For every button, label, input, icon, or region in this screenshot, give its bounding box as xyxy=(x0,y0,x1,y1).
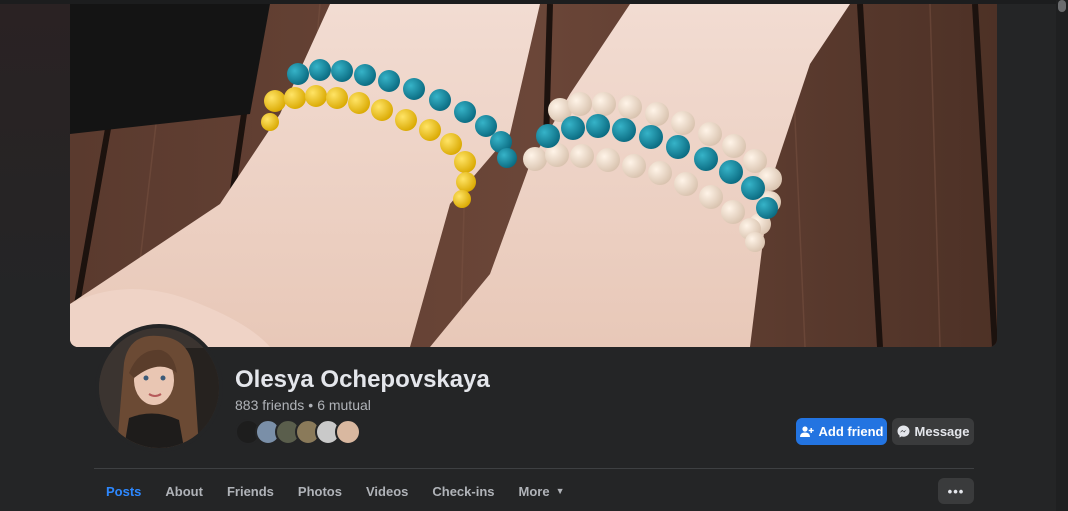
tab-more-label: More xyxy=(518,483,550,499)
scrollbar[interactable] xyxy=(1056,0,1068,511)
profile-tabs: Posts About Friends Photos Videos Check-… xyxy=(94,476,577,506)
tab-posts[interactable]: Posts xyxy=(94,476,153,506)
profile-name: Olesya Ochepovskaya xyxy=(235,366,490,393)
add-person-icon xyxy=(799,425,814,437)
mutual-friends-count[interactable]: 6 mutual xyxy=(317,397,371,413)
profile-avatar[interactable] xyxy=(95,324,223,452)
tab-about[interactable]: About xyxy=(153,476,215,506)
add-friend-button[interactable]: Add friend xyxy=(796,418,887,445)
add-friend-label: Add friend xyxy=(818,424,884,439)
separator: • xyxy=(308,397,314,413)
cover-image xyxy=(70,4,997,347)
message-label: Message xyxy=(914,424,970,439)
friends-total[interactable]: 883 friends xyxy=(235,397,304,413)
avatar-image xyxy=(99,328,219,448)
messenger-icon xyxy=(897,425,910,438)
tab-friends[interactable]: Friends xyxy=(215,476,286,506)
tab-checkins[interactable]: Check-ins xyxy=(420,476,506,506)
cover-photo[interactable] xyxy=(70,4,997,347)
mutual-friends-avatars xyxy=(235,419,361,445)
tab-more[interactable]: More ▼ xyxy=(507,476,577,506)
caret-down-icon: ▼ xyxy=(555,486,565,496)
section-divider xyxy=(94,468,974,469)
friends-count[interactable]: 883 friends • 6 mutual xyxy=(235,397,371,413)
scrollbar-thumb[interactable] xyxy=(1058,0,1066,12)
more-dots-icon: ••• xyxy=(947,483,965,499)
mutual-avatar-6[interactable] xyxy=(335,419,361,445)
tab-videos[interactable]: Videos xyxy=(354,476,420,506)
message-button[interactable]: Message xyxy=(892,418,974,445)
tab-photos[interactable]: Photos xyxy=(286,476,354,506)
background-fade xyxy=(0,0,70,511)
profile-page: Olesya Ochepovskaya 883 friends • 6 mutual… xyxy=(0,0,1068,511)
more-options-button[interactable]: ••• xyxy=(938,478,974,504)
